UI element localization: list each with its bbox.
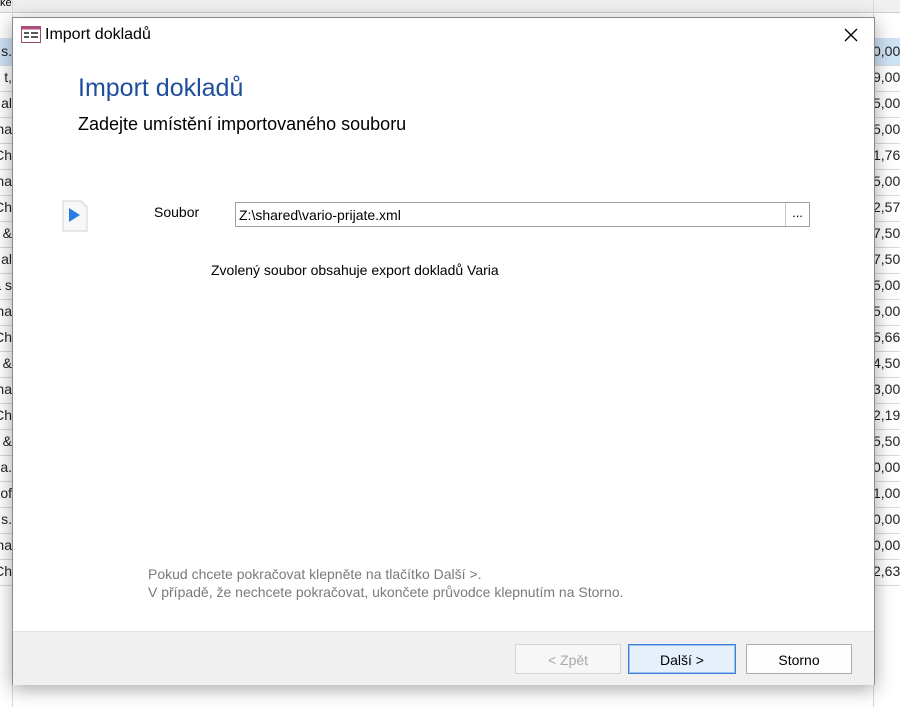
sheet-cell-left: s.	[0, 506, 12, 532]
sheet-cell-right: 0,00	[873, 43, 900, 59]
sheet-cell-left-text: t,	[4, 69, 12, 85]
button-bar: < Zpět Další > Storno	[13, 631, 874, 685]
sheet-cell-left: na	[0, 116, 12, 142]
sheet-cell-left: &	[0, 428, 12, 454]
sheet-cell-left: t,	[0, 64, 12, 90]
sheet-cell-left: na	[0, 168, 12, 194]
file-path-input[interactable]	[236, 203, 787, 226]
close-icon	[844, 28, 858, 42]
sheet-cell-left-text: na	[0, 381, 12, 397]
sheet-cell-right: 5,00	[873, 303, 900, 319]
titlebar: Import dokladů	[13, 18, 874, 52]
sheet-cell-left-text: al	[1, 251, 12, 267]
sheet-cell-left: &	[0, 350, 12, 376]
sheet-cell-left: Ch	[0, 142, 12, 168]
sheet-cell-left: al	[0, 90, 12, 116]
hint-text: Pokud chcete pokračovat klepněte na tlač…	[148, 565, 624, 601]
sheet-cell-left-text: &	[2, 433, 12, 449]
sheet-cell-right: 1,00	[873, 485, 900, 501]
sheet-cell-right: 2,57	[873, 199, 900, 215]
file-label: Soubor	[154, 204, 200, 220]
sheet-cell-left-text: &	[2, 225, 12, 241]
file-field: ...	[235, 202, 810, 227]
sheet-cell-left: na	[0, 532, 12, 558]
sheet-cell-right: 5,50	[873, 433, 900, 449]
sheet-cell-left: al	[0, 246, 12, 272]
sheet-cell-left-text: a s	[0, 277, 12, 293]
sheet-cell-left-text: na	[0, 173, 12, 189]
sheet-cell-right: 5,66	[873, 329, 900, 345]
sheet-cell-left: Ch	[0, 558, 12, 584]
sheet-cell-left-text: of	[0, 485, 12, 501]
sheet-cell-right: 9,00	[873, 69, 900, 85]
sheet-cell-left: na	[0, 376, 12, 402]
sheet-cell-right: 4,50	[873, 355, 900, 371]
sheet-cell-right: 5,00	[873, 95, 900, 111]
close-button[interactable]	[828, 18, 874, 52]
sheet-cell-left: Ch	[0, 194, 12, 220]
sheet-cell-left-text: Ch	[0, 329, 12, 345]
sheet-cell-left-text: Ch	[0, 199, 12, 215]
sheet-cell-left: &	[0, 220, 12, 246]
window-title: Import dokladů	[45, 26, 151, 43]
sheet-cell-right: 1,76	[873, 147, 900, 163]
sheet-cell-right: 7,50	[873, 225, 900, 241]
sheet-cell-left-text: &	[2, 355, 12, 371]
sheet-cell-left: s.	[0, 38, 12, 64]
sheet-cell-right: 5,00	[873, 121, 900, 137]
next-button[interactable]: Další >	[628, 644, 736, 674]
sheet-cell-left: Ch	[0, 402, 12, 428]
page-subtitle: Zadejte umístění importovaného souboru	[78, 114, 407, 134]
file-info-text: Zvolený soubor obsahuje export dokladů V…	[211, 262, 499, 278]
hint-line-2: V případě, že nechcete pokračovat, ukonč…	[148, 584, 624, 600]
sheet-cell-left-text: al	[1, 95, 12, 111]
sheet-cell-left-text: na	[0, 537, 12, 553]
sheet-cell-left: a.	[0, 454, 12, 480]
sheet-cell-right: 7,50	[873, 251, 900, 267]
sheet-cell-right: 2,63	[873, 563, 900, 579]
sheet-cell-right: 5,00	[873, 173, 900, 189]
hint-line-1: Pokud chcete pokračovat klepněte na tlač…	[148, 566, 482, 582]
browse-button[interactable]: ...	[785, 203, 809, 226]
sheet-cell-left-text: Ch	[0, 147, 12, 163]
sheet-cell-left: na	[0, 298, 12, 324]
sheet-cell-right: 5,00	[873, 277, 900, 293]
sheet-cell-right: 0,00	[873, 459, 900, 475]
sheet-header-text: ke	[0, 0, 12, 9]
sheet-cell-right: 2,19	[873, 407, 900, 423]
form-icon	[21, 26, 41, 43]
sheet-cell-left: Ch	[0, 324, 12, 350]
sheet-cell-left-text: s.	[1, 43, 12, 59]
cancel-button[interactable]: Storno	[746, 644, 852, 674]
sheet-header: ke	[0, 0, 900, 13]
play-arrow-icon	[62, 200, 88, 232]
sheet-cell-left: of	[0, 480, 12, 506]
sheet-cell-right: 3,00	[873, 381, 900, 397]
sheet-cell-left: a s	[0, 272, 12, 298]
import-dialog: Import dokladů Import dokladů Zadejte um…	[12, 17, 875, 685]
sheet-cell-right: 0,00	[873, 537, 900, 553]
sheet-cell-left-text: Ch	[0, 563, 12, 579]
back-button[interactable]: < Zpět	[515, 644, 621, 674]
sheet-cell-left-text: s.	[1, 511, 12, 527]
sheet-cell-left-text: Ch	[0, 407, 12, 423]
sheet-cell-left-text: na	[0, 303, 12, 319]
sheet-cell-left-text: na	[0, 121, 12, 137]
sheet-cell-right: 0,00	[873, 511, 900, 527]
page-title: Import dokladů	[78, 74, 244, 102]
sheet-cell-left-text: a.	[0, 459, 12, 475]
